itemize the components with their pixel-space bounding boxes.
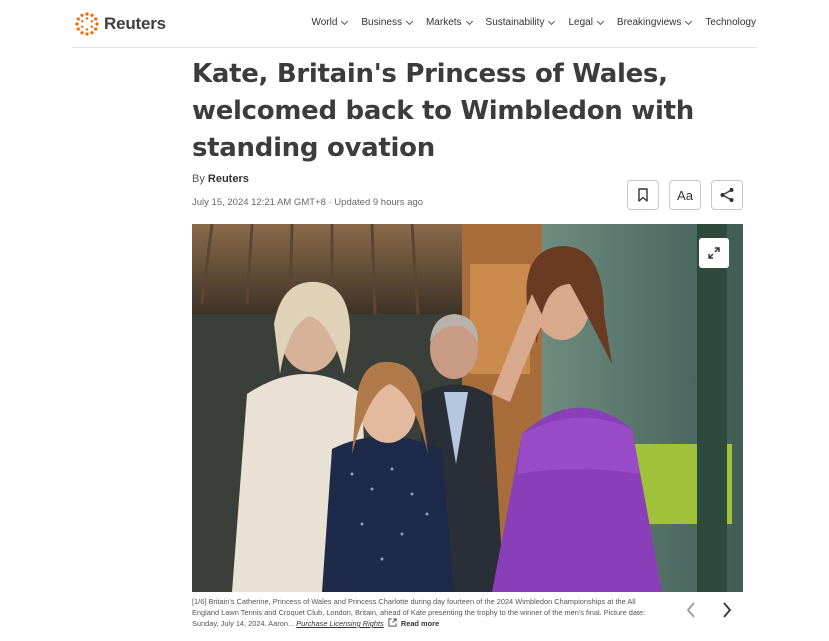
reuters-logo-icon <box>75 12 99 36</box>
bookmark-button[interactable] <box>627 180 659 210</box>
nav-technology[interactable]: Technology <box>705 17 756 28</box>
byline: By Reuters <box>192 173 249 185</box>
nav-label: Sustainability <box>485 17 545 28</box>
chevron-down-icon <box>465 17 473 25</box>
bookmark-icon <box>638 188 648 202</box>
nav-legal[interactable]: Legal <box>568 17 604 28</box>
chevron-down-icon <box>341 17 349 25</box>
next-photo-button[interactable] <box>718 600 736 620</box>
byline-prefix: By <box>192 173 205 185</box>
article-headline: Kate, Britain's Princess of Wales, welco… <box>192 59 694 163</box>
article-tools: Aa <box>627 180 743 210</box>
nav-label: Legal <box>568 17 593 28</box>
licensing-link[interactable]: Purchase Licensing Rights <box>296 619 384 628</box>
photo-illustration <box>192 224 743 592</box>
nav-label: Business <box>361 17 402 28</box>
chevron-down-icon <box>685 17 693 25</box>
nav-label: Technology <box>705 17 756 28</box>
logo-text: Reuters <box>104 14 166 33</box>
nav-breakingviews[interactable]: Breakingviews <box>616 17 693 28</box>
site-header: Reuters World Business Markets Sustainab… <box>72 0 758 48</box>
nav-label: Breakingviews <box>616 17 682 28</box>
byline-author[interactable]: Reuters <box>208 173 249 185</box>
text-size-label: Aa <box>677 187 693 203</box>
external-link-icon <box>388 618 397 627</box>
nav-markets[interactable]: Markets <box>425 17 473 28</box>
nav-world[interactable]: World <box>311 17 349 28</box>
chevron-right-icon <box>723 602 732 618</box>
gallery-nav <box>682 600 736 620</box>
photo-caption: [1/6] Britain's Catherine, Princess of W… <box>192 597 660 630</box>
nav-business[interactable]: Business <box>361 17 414 28</box>
caption-index: [1/6] <box>192 597 207 606</box>
article-photo[interactable] <box>192 224 743 592</box>
share-icon <box>720 188 734 202</box>
article-dateline: July 15, 2024 12:21 AM GMT+8 · Updated 9… <box>192 197 424 208</box>
nav-label: Markets <box>425 17 462 28</box>
chevron-down-icon <box>548 17 556 25</box>
expand-icon <box>708 247 720 259</box>
chevron-down-icon <box>596 17 604 25</box>
chevron-left-icon <box>686 602 695 618</box>
main-nav: World Business Markets Sustainability Le… <box>311 17 756 28</box>
previous-photo-button[interactable] <box>682 600 700 620</box>
nav-sustainability[interactable]: Sustainability <box>485 17 556 28</box>
reuters-logo[interactable]: Reuters <box>74 10 166 38</box>
read-more-link[interactable]: Read more <box>401 619 439 628</box>
nav-label: World <box>311 17 338 28</box>
share-button[interactable] <box>711 180 743 210</box>
text-size-button[interactable]: Aa <box>669 180 701 210</box>
expand-button[interactable] <box>699 238 729 268</box>
chevron-down-icon <box>405 17 414 25</box>
